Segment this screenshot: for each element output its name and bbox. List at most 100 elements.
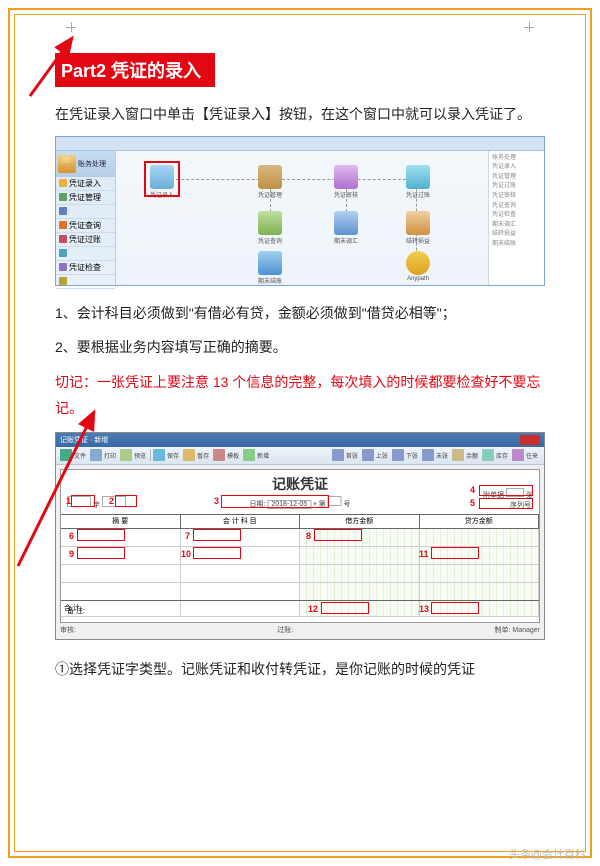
ss1-titlebar (56, 137, 544, 151)
flow-node[interactable]: 期末调汇 (332, 211, 360, 245)
toolbar-icon[interactable] (392, 449, 404, 461)
toolbar: 文件 打印 预览 保存 暂存 模板 新增 首张 上张 下张 末张 余额 库存 往… (56, 447, 544, 465)
ss1-flowchart: 凭证录入 凭证管理 凭证审核 凭证过账 凭证查询 期末调汇 结转损益 期末结账 … (116, 151, 488, 285)
annotation-num: 8 (306, 531, 311, 541)
close-icon[interactable] (520, 435, 540, 445)
sidebar-item[interactable]: 凭证查询 (56, 219, 115, 233)
annotation-num: 2 (109, 496, 114, 506)
annotation-num: 9 (69, 549, 74, 559)
footnote-1: ①选择凭证字类型。记账凭证和收付转凭证，是你记账的时候的凭证 (55, 656, 545, 683)
toolbar-icon[interactable] (452, 449, 464, 461)
title-part: Part2 (61, 61, 106, 81)
sidebar-title: 账务处理 (78, 159, 106, 169)
toolbar-icon[interactable] (482, 449, 494, 461)
toolbar-icon[interactable] (332, 449, 344, 461)
crop-mark (66, 22, 76, 32)
annotation-num: 6 (69, 531, 74, 541)
annotation-num: 4 (470, 485, 475, 495)
toolbar-icon[interactable] (60, 449, 72, 461)
ss1-sidebar: 账务处理 凭证录入 凭证管理 凭证查询 凭证过账 凭证检查 (56, 151, 116, 285)
annotation-box (321, 602, 369, 614)
table-header: 摘 要 会 计 科 目 借方金额 贷方金额 (61, 515, 539, 529)
sidebar-item[interactable] (56, 247, 115, 261)
annotation-box (431, 547, 479, 559)
toolbar-icon[interactable] (512, 449, 524, 461)
table-row[interactable] (61, 529, 539, 547)
toolbar-icon[interactable] (243, 449, 255, 461)
highlight-box (144, 161, 180, 197)
voucher-status-bar: 审核: 过账: 制单: Manager (60, 625, 540, 637)
col-credit: 贷方金额 (420, 515, 540, 528)
app-screenshot-2: 记账凭证 · 新增 文件 打印 预览 保存 暂存 模板 新增 首张 上张 下张 … (55, 432, 545, 640)
flow-node[interactable]: 结转损益 (404, 211, 432, 245)
col-account: 会 计 科 目 (181, 515, 301, 528)
node-icon (258, 165, 282, 189)
crop-mark (524, 22, 534, 32)
table-row[interactable] (61, 583, 539, 601)
flow-node[interactable]: Anypath (404, 251, 432, 282)
annotation-box (479, 498, 533, 509)
sidebar-item[interactable]: 凭证过账 (56, 233, 115, 247)
anypath-icon (406, 251, 430, 275)
sidebar-item[interactable]: 凭证检查 (56, 261, 115, 275)
auditor-label: 审核: (60, 625, 76, 637)
content-frame: Part2 凭证的录入 在凭证录入窗口中单击【凭证录入】按钮，在这个窗口中就可以… (14, 14, 586, 852)
annotation-num: 13 (419, 604, 429, 614)
node-icon (406, 165, 430, 189)
annotation-box (71, 495, 95, 507)
annotation-box (479, 485, 533, 496)
node-icon (258, 251, 282, 275)
table-row[interactable] (61, 565, 539, 583)
toolbar-icon[interactable] (183, 449, 195, 461)
toolbar-icon[interactable] (120, 449, 132, 461)
annotation-num: 12 (308, 604, 318, 614)
sidebar-item[interactable] (56, 275, 115, 289)
intro-paragraph: 在凭证录入窗口中单击【凭证录入】按钮，在这个窗口中就可以录入凭证了。 (55, 101, 545, 128)
window-title: 记账凭证 · 新增 (60, 435, 108, 445)
flow-node[interactable]: 凭证过账 (404, 165, 432, 199)
toolbar-icon[interactable] (362, 449, 374, 461)
flow-node[interactable]: 期末结账 (256, 251, 284, 285)
list-item-1: 1、会计科目必须做到"有借必有贷，金额必须做到"借贷必相等"； (55, 300, 545, 327)
col-summary: 摘 要 (61, 515, 181, 528)
flow-node[interactable]: 凭证管理 (256, 165, 284, 199)
folder-icon (58, 155, 76, 173)
node-icon (406, 211, 430, 235)
col-debit: 借方金额 (300, 515, 420, 528)
section-title: Part2 凭证的录入 (55, 53, 215, 87)
annotation-box (431, 602, 479, 614)
annotation-num: 11 (419, 549, 429, 559)
warning-text: 切记：一张凭证上要注意 13 个信息的完整，每次填入的时候都要检查好不要忘记。 (55, 369, 545, 422)
toolbar-icon[interactable] (422, 449, 434, 461)
sidebar-item[interactable] (56, 205, 115, 219)
toolbar-icon[interactable] (213, 449, 225, 461)
node-icon (258, 211, 282, 235)
maker-label: 制单: Manager (494, 625, 540, 637)
toolbar-icon[interactable] (90, 449, 102, 461)
sidebar-header: 账务处理 (56, 151, 115, 177)
node-icon (334, 211, 358, 235)
annotation-num: 3 (214, 496, 219, 506)
sidebar-item[interactable]: 凭证管理 (56, 191, 115, 205)
toolbar-icon[interactable] (153, 449, 165, 461)
title-text: 凭证的录入 (111, 61, 201, 81)
flow-node[interactable]: 凭证查询 (256, 211, 284, 245)
annotation-box (314, 529, 362, 541)
annotation-box (115, 495, 137, 507)
flow-node[interactable]: 凭证审核 (332, 165, 360, 199)
sidebar-item[interactable]: 凭证录入 (56, 177, 115, 191)
list-item-2: 2、要根据业务内容填写正确的摘要。 (55, 334, 545, 361)
annotation-box (193, 529, 241, 541)
annotation-num: 7 (185, 531, 190, 541)
app-screenshot-1: 账务处理 凭证录入 凭证管理 凭证查询 凭证过账 凭证检查 凭证录入 凭证管理 … (55, 136, 545, 286)
ss1-right-panel: 账务处理 凭证录入 凭证管理 凭证过账 凭证审核 凭证查询 凭证检查 期末调汇 … (488, 151, 544, 285)
annotation-box (77, 529, 125, 541)
annotation-num: 5 (470, 498, 475, 508)
watermark: 头条@会计百科 (509, 846, 586, 862)
annotation-box (221, 495, 329, 508)
annotation-box (77, 547, 125, 559)
post-label: 过账: (277, 625, 293, 637)
node-icon (334, 165, 358, 189)
voucher-form: 记账凭证 字 日期: 2018-12-05 ▾ 第 号 附单据 (60, 469, 540, 623)
window-titlebar: 记账凭证 · 新增 (56, 433, 544, 447)
